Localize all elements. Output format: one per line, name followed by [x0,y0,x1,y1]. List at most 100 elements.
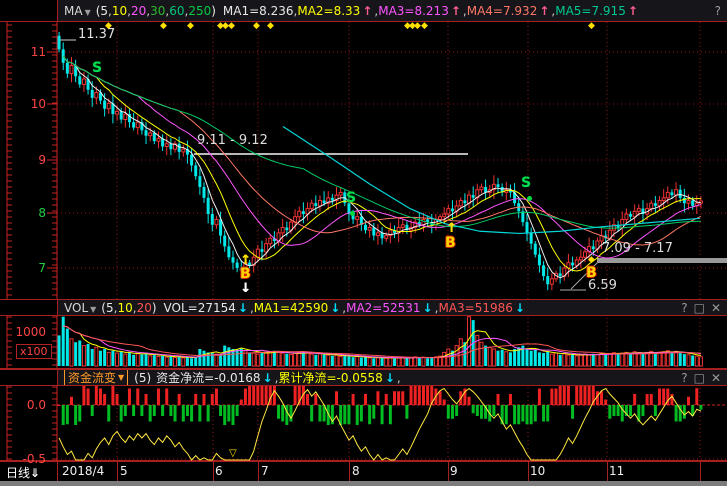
indicator-text: , [397,371,401,385]
signal-sell-marker: S [521,176,531,190]
up-arrow-icon: ↑ [628,4,638,18]
flow-param: (5) [134,371,151,385]
volume-pane[interactable] [57,314,727,368]
period-selector[interactable]: 日线⇓ [6,464,40,481]
axis-label: 10 [2,97,50,111]
indicator-text: 250 [188,4,211,18]
down-arrow-icon: ↓ [330,301,340,315]
up-arrow-icon: ↑ [539,4,549,18]
maximize-icon[interactable]: □ [694,301,705,315]
event-diamond-icon[interactable]: ◆ [588,21,595,31]
signal-buy-marker: B [586,266,597,280]
axis-label: 0.0 [2,398,50,412]
axis-label: 8 [2,206,50,220]
axis-label: 1000 [2,325,50,339]
axis-label: -0.5 [2,452,50,466]
indicator-text: VOL=27154 [164,301,236,315]
event-diamond-icon[interactable]: ◆ [105,21,112,31]
date-tick [607,462,608,482]
help-icon[interactable]: ? [681,371,687,385]
arrow-down-marker: ↓ [240,282,251,295]
down-arrow-icon: ↓ [238,301,248,315]
signal-buy-marker: B [445,236,456,250]
maximize-icon[interactable]: □ [694,371,705,385]
close-icon[interactable]: ✕ [711,301,721,315]
up-arrow-icon: ↑ [362,4,372,18]
event-diamond-icon[interactable]: ◆ [267,21,274,31]
indicator-text: 5 [100,4,108,18]
fund-flow-indicator-bar: 资金流变▼ (5) 资金净流=-0.0168↓,累计净流=-0.0558↓, ?… [0,369,727,386]
vol-indicator-dropdown[interactable]: VOL▼ [64,301,96,315]
gap-label-2: 7.09 - 7.17 [602,241,673,256]
indicator-text: MA2=8.33 [297,4,360,18]
indicator-text: 20 [137,301,152,315]
indicator-text: ) [211,4,216,18]
indicator-text: MA3=51986 [438,301,512,315]
date-tick [57,462,58,482]
indicator-text: MA5=7.915 [555,4,626,18]
indicator-text: MA2=52531 [346,301,420,315]
indicator-text: 10 [112,4,127,18]
date-tick [349,462,350,482]
event-diamond-icon[interactable]: ◆ [253,21,260,31]
flow-values: 资金净流=-0.0168↓,累计净流=-0.0558↓, [156,369,401,386]
date-axis-bar: 日线⇓ 2018/4567891011 [0,461,727,482]
signal-buy-marker: B [240,267,251,281]
date-label: 6 [215,464,223,478]
indicator-text: 60 [169,4,184,18]
event-diamond-icon[interactable]: ◆ [228,21,235,31]
chevron-down-icon: ▼ [85,8,91,17]
axis-label: 9 [2,153,50,167]
date-tick [258,462,259,482]
main-indicator-bar: MA▼ (5,10,20,30,60,250) MA1=8.236,MA2=8.… [0,0,727,22]
down-arrow-icon: ↓ [385,371,395,385]
indicator-text: MA4=7.932 [467,4,538,18]
fund-flow-pane[interactable] [57,384,727,461]
triangle-hollow-down-marker: ▽ [229,449,237,459]
signal-sell-marker: S [346,191,356,205]
ma-indicator-dropdown[interactable]: MA▼ [64,4,91,18]
indicator-text: MA1=42590 [254,301,328,315]
ma-values: MA1=8.236,MA2=8.33↑,MA3=8.213↑,MA4=7.932… [223,4,640,18]
indicator-text: 资金净流=-0.0168 [156,371,260,385]
axis-label: 7 [2,261,50,275]
volume-indicator-bar: VOL▼ (5,10,20) VOL=27154↓,MA1=42590↓,MA2… [0,299,727,316]
arrow-down-icon: ⇓ [30,466,40,480]
up-arrow-icon: ↑ [451,4,461,18]
indicator-text: MA3=8.213 [378,4,449,18]
vol-values: VOL=27154↓,MA1=42590↓,MA2=52531↓,MA3=519… [164,301,527,315]
help-icon[interactable]: ? [715,4,721,18]
vol-periods: (5,10,20) [101,301,156,315]
date-tick [213,462,214,482]
indicator-text: 5 [106,301,114,315]
arrow-up-marker: ↑ [446,222,457,235]
date-label: 9 [450,464,458,478]
chevron-down-icon: ▼ [90,305,96,314]
flow-left-gutter [0,370,58,385]
indicator-text: MA1=8.236 [223,4,294,18]
date-label: 8 [352,464,360,478]
diamond-marker: ◆ [588,256,595,265]
indicator-text: 累计净流=-0.0558 [278,371,382,385]
gap-label: 9.11 - 9.12 [197,133,268,148]
down-arrow-icon: ↓ [515,301,525,315]
date-tick [117,462,118,482]
top-left-gutter [0,0,58,21]
down-arrow-icon: ↓ [263,371,273,385]
date-label: 2018/4 [62,464,104,478]
indicator-text: 10 [117,301,132,315]
vol-left-gutter [0,300,58,315]
down-arrow-icon: ↓ [423,301,433,315]
date-label: 10 [530,464,545,478]
event-diamond-icon[interactable]: ◆ [187,21,194,31]
date-label: 7 [261,464,269,478]
close-icon[interactable]: ✕ [711,371,721,385]
date-tick [448,462,449,482]
fund-flow-dropdown[interactable]: 资金流变▼ [64,369,128,386]
indicator-text: 20 [131,4,146,18]
event-diamond-icon[interactable]: ◆ [421,21,428,31]
help-icon[interactable]: ? [681,301,687,315]
event-diamond-icon[interactable]: ◆ [414,21,421,31]
main-chart-pane[interactable] [57,22,727,299]
event-diamond-icon[interactable]: ◆ [160,21,167,31]
